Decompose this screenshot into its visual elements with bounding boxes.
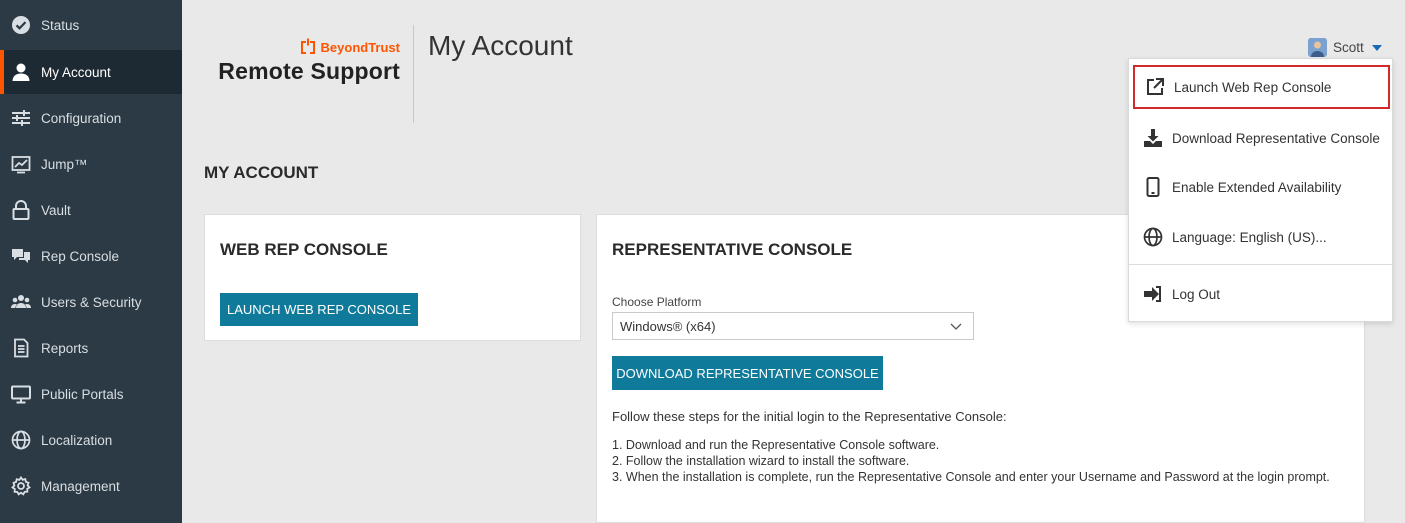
sidebar-item-label: Management: [41, 478, 120, 494]
sidebar-item-label: Rep Console: [41, 248, 120, 264]
menu-item-label: Enable Extended Availability: [1172, 179, 1342, 195]
sidebar-item-label: Status: [41, 17, 80, 33]
platform-select-value: Windows® (x64): [620, 318, 716, 334]
user-dropdown-menu: Launch Web Rep Console Download Represen…: [1128, 58, 1394, 322]
user-name: Scott: [1333, 40, 1364, 55]
sidebar-item-jump[interactable]: Jump™: [0, 142, 182, 186]
sidebar-item-rep-console[interactable]: Rep Console: [0, 234, 182, 278]
sidebar-item-label: Configuration: [41, 110, 122, 126]
sliders-icon: [10, 107, 32, 129]
sidebar: Status My Account Configuration Jump™ Va…: [0, 0, 182, 523]
sidebar-item-localization[interactable]: Localization: [0, 418, 182, 462]
header-divider: [413, 25, 414, 123]
sidebar-item-users-security[interactable]: Users & Security: [0, 280, 182, 324]
monitor-icon: [10, 383, 32, 405]
brand-logo: BeyondTrust Remote Support: [204, 38, 400, 85]
sidebar-item-label: Localization: [41, 432, 113, 448]
list-item: 3. When the installation is complete, ru…: [612, 470, 1330, 484]
users-icon: [10, 291, 32, 313]
jump-icon: [10, 153, 32, 175]
caret-down-icon: [1371, 44, 1382, 51]
steps-list: 1. Download and run the Representative C…: [612, 437, 1352, 485]
download-icon: [1143, 128, 1163, 148]
menu-divider: [1129, 264, 1394, 265]
sidebar-item-label: Reports: [41, 340, 89, 356]
page-title: My Account: [428, 30, 573, 61]
section-heading: MY ACCOUNT: [204, 163, 319, 182]
sidebar-item-management[interactable]: Management: [0, 464, 182, 508]
menu-item-label: Launch Web Rep Console: [1174, 79, 1332, 95]
menu-item-launch-web-rep-console[interactable]: Launch Web Rep Console: [1133, 65, 1390, 109]
launch-web-rep-console-button[interactable]: LAUNCH WEB REP CONSOLE: [220, 293, 418, 326]
sidebar-item-configuration[interactable]: Configuration: [0, 96, 182, 140]
list-item: 2. Follow the installation wizard to ins…: [612, 454, 910, 468]
download-representative-console-button[interactable]: DOWNLOAD REPRESENTATIVE CONSOLE: [612, 356, 883, 390]
brand-name: BeyondTrust: [320, 39, 400, 55]
sidebar-item-my-account[interactable]: My Account: [0, 50, 182, 94]
card-title: REPRESENTATIVE CONSOLE: [612, 240, 853, 259]
user-menu-toggle[interactable]: Scott: [1308, 38, 1382, 57]
menu-item-language[interactable]: Language: English (US)...: [1129, 215, 1394, 259]
menu-item-download-representative-console[interactable]: Download Representative Console: [1129, 116, 1394, 160]
platform-label: Choose Platform: [612, 295, 702, 309]
logout-icon: [1143, 284, 1163, 304]
check-circle-icon: [10, 14, 32, 36]
steps-intro: Follow these steps for the initial login…: [612, 409, 1007, 424]
brand-row: BeyondTrust: [204, 38, 400, 56]
globe-icon: [10, 429, 32, 451]
sidebar-item-reports[interactable]: Reports: [0, 326, 182, 370]
external-link-icon: [1145, 77, 1165, 97]
beyondtrust-logo-icon: [300, 38, 315, 54]
card-title: WEB REP CONSOLE: [220, 240, 388, 259]
menu-item-log-out[interactable]: Log Out: [1129, 272, 1394, 316]
sidebar-item-status[interactable]: Status: [0, 3, 182, 47]
gear-icon: [10, 475, 32, 497]
sidebar-item-label: Public Portals: [41, 386, 124, 402]
product-name: Remote Support: [218, 58, 400, 84]
sidebar-item-label: Users & Security: [41, 294, 142, 310]
list-item: 1. Download and run the Representative C…: [612, 438, 940, 452]
sidebar-item-label: Jump™: [41, 156, 88, 172]
sidebar-item-label: My Account: [41, 64, 111, 80]
lock-icon: [10, 199, 32, 221]
chat-icon: [10, 245, 32, 267]
menu-item-label: Log Out: [1172, 286, 1221, 302]
sidebar-item-public-portals[interactable]: Public Portals: [0, 372, 182, 416]
mobile-icon: [1143, 177, 1163, 197]
user-icon: [10, 61, 32, 83]
globe-icon: [1143, 227, 1163, 247]
platform-select[interactable]: Windows® (x64): [612, 312, 974, 340]
chevron-down-icon: [950, 323, 962, 330]
menu-item-label: Language: English (US)...: [1172, 229, 1327, 245]
web-rep-console-card: WEB REP CONSOLE LAUNCH WEB REP CONSOLE: [204, 214, 581, 341]
sidebar-item-label: Vault: [41, 202, 71, 218]
menu-item-enable-extended-availability[interactable]: Enable Extended Availability: [1129, 165, 1394, 209]
sidebar-item-vault[interactable]: Vault: [0, 188, 182, 232]
report-icon: [10, 337, 32, 359]
menu-item-label: Download Representative Console: [1172, 130, 1380, 146]
avatar: [1308, 38, 1327, 57]
